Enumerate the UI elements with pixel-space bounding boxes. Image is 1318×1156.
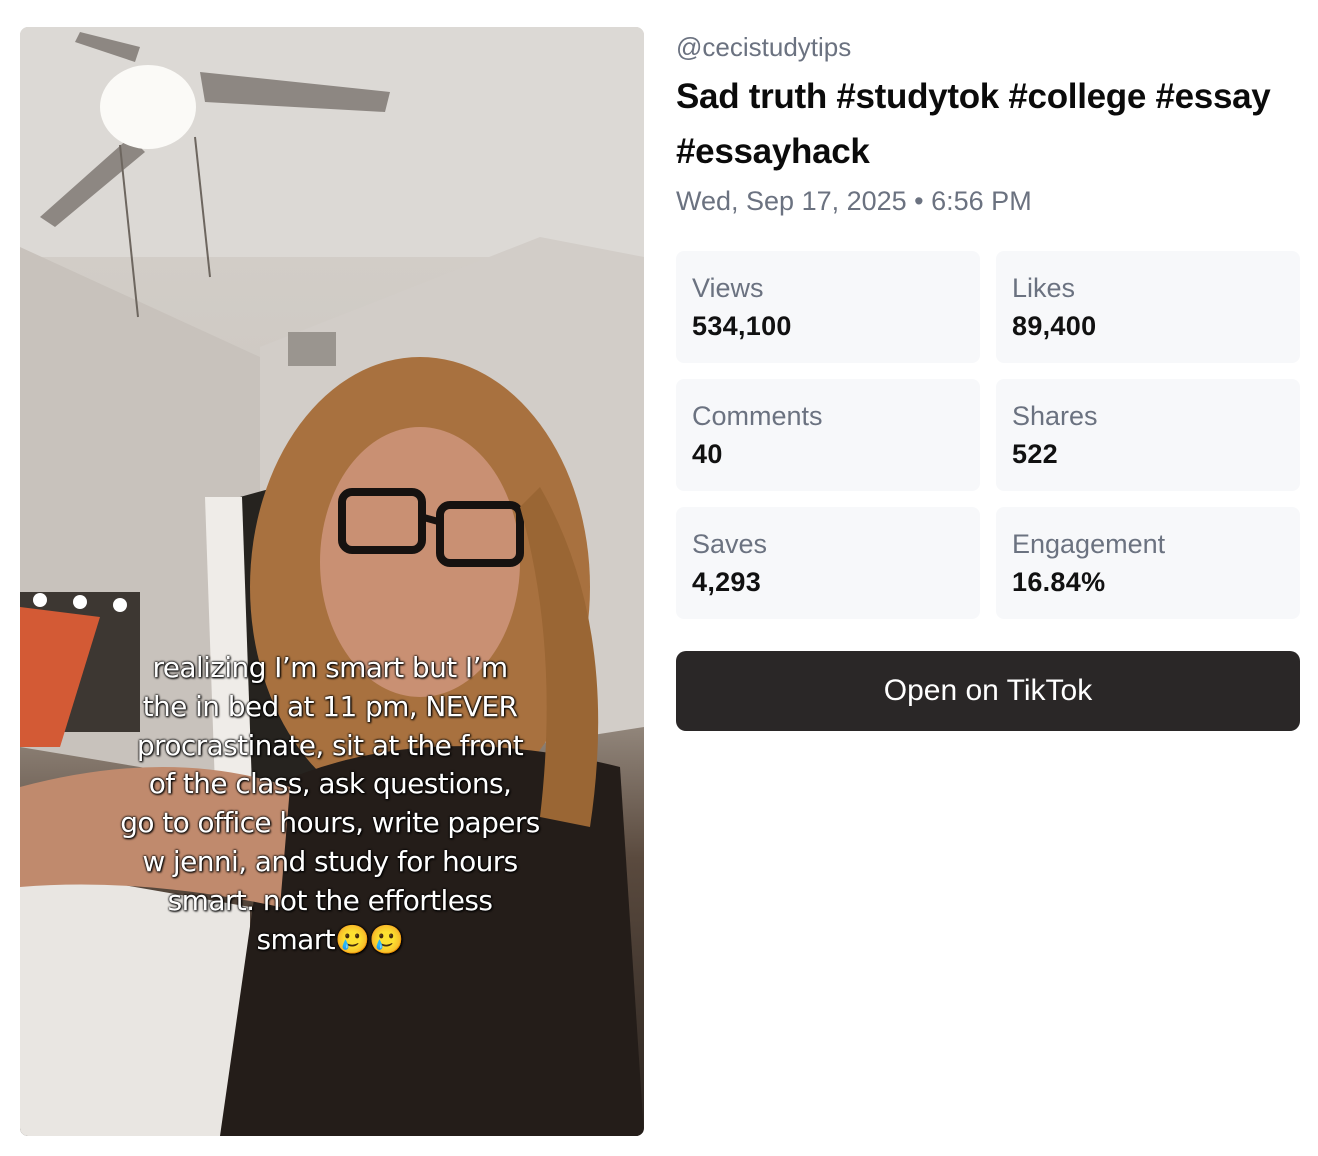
post-details: @cecistudytips Sad truth #studytok #coll… <box>676 27 1300 731</box>
author-handle[interactable]: @cecistudytips <box>676 27 1300 67</box>
stat-label: Views <box>692 273 764 303</box>
stat-label: Comments <box>692 401 823 431</box>
stat-card-likes: Likes 89,400 <box>996 251 1300 363</box>
stat-card-engagement: Engagement 16.84% <box>996 507 1300 619</box>
stat-value: 16.84% <box>1012 567 1106 597</box>
stat-card-shares: Shares 522 <box>996 379 1300 491</box>
stat-card-saves: Saves 4,293 <box>676 507 980 619</box>
stat-value: 89,400 <box>1012 311 1097 341</box>
stat-label: Shares <box>1012 401 1098 431</box>
stat-label: Likes <box>1012 273 1076 303</box>
stat-label: Engagement <box>1012 529 1166 559</box>
open-on-tiktok-button[interactable]: Open on TikTok <box>676 651 1300 731</box>
post-title: Sad truth #studytok #college #essay #ess… <box>676 77 1271 171</box>
stat-card-comments: Comments 40 <box>676 379 980 491</box>
video-caption-overlay: realizing I’m smart but I’m the in bed a… <box>120 651 540 956</box>
video-thumbnail[interactable]: realizing I’m smart but I’m the in bed a… <box>20 27 644 1136</box>
stat-value: 522 <box>1012 439 1058 469</box>
stat-card-views: Views 534,100 <box>676 251 980 363</box>
stat-value: 534,100 <box>692 311 792 341</box>
stats-grid: Views 534,100 Likes 89,400 Comments 40 S… <box>676 251 1300 619</box>
stat-value: 40 <box>692 439 723 469</box>
stat-label: Saves <box>692 529 768 559</box>
stat-value: 4,293 <box>692 567 762 597</box>
post-date: Wed, Sep 17, 2025 • 6:56 PM <box>676 186 1032 216</box>
video-scene <box>20 27 644 1136</box>
